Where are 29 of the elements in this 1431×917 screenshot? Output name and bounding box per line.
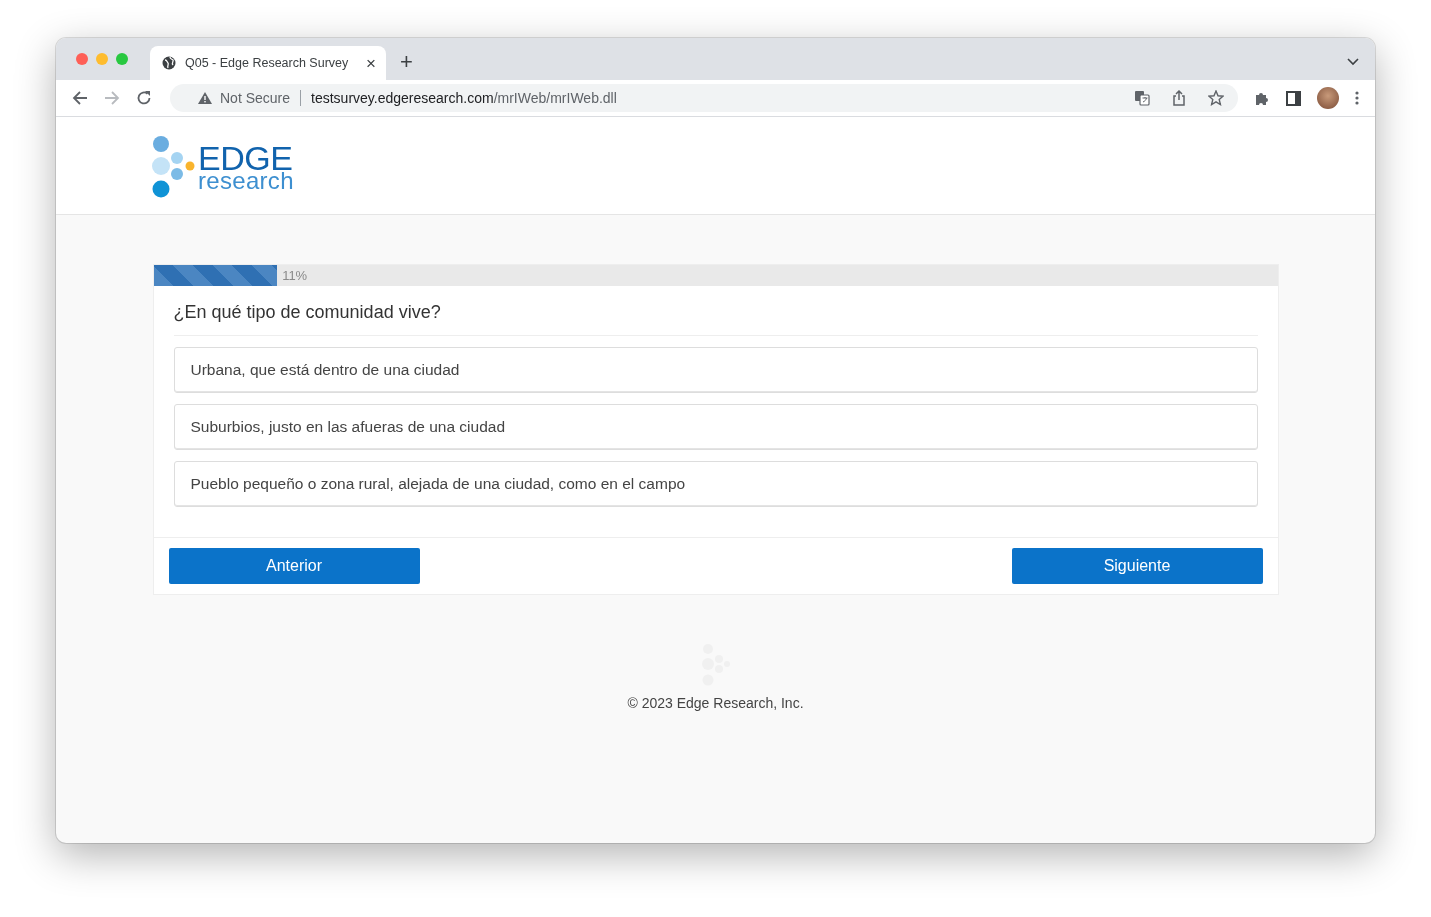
copyright-text: © 2023 Edge Research, Inc. — [627, 695, 804, 711]
next-button[interactable]: Siguiente — [1011, 548, 1263, 584]
new-tab-button[interactable]: + — [400, 51, 413, 73]
answer-option[interactable]: Suburbios, justo en las afueras de una ciudad — [173, 404, 1258, 450]
star-icon[interactable] — [1208, 90, 1224, 106]
puzzle-piece-icon[interactable] — [1254, 90, 1270, 106]
more-options-icon[interactable] — [1355, 91, 1359, 105]
tab-title: Q05 - Edge Research Survey — [185, 56, 350, 70]
chevron-down-icon[interactable] — [1347, 58, 1359, 66]
side-panel-icon[interactable] — [1286, 90, 1301, 106]
translate-icon[interactable] — [1134, 90, 1150, 106]
globe-icon — [162, 56, 176, 70]
url-path: /mrIWeb/mrIWeb.dll — [493, 90, 617, 106]
reload-icon[interactable] — [136, 90, 152, 106]
back-icon[interactable] — [72, 90, 88, 106]
security-label: Not Secure — [220, 90, 291, 106]
profile-avatar[interactable] — [1317, 87, 1339, 109]
url-host: testsurvey.edgeresearch.com — [311, 90, 494, 106]
browser-tab[interactable]: Q05 - Edge Research Survey × — [150, 46, 386, 80]
share-icon[interactable] — [1172, 90, 1186, 106]
close-tab-button[interactable]: × — [366, 54, 376, 72]
answer-option[interactable]: Pueblo pequeño o zona rural, alejada de una ciudad, como en el campo — [173, 461, 1258, 507]
previous-button[interactable]: Anterior — [168, 548, 420, 584]
warning-icon — [198, 92, 212, 104]
progress-percent: 11% — [282, 268, 308, 283]
answer-option[interactable]: Urbana, que está dentro de una ciudad — [173, 347, 1258, 393]
dots-logo-icon — [152, 134, 196, 199]
address-bar[interactable]: Not Secure testsurvey.edgeresearch.com/mrIWeb/mrIWeb.dll — [170, 84, 1238, 112]
question-text: ¿En qué tipo de comunidad vive? — [173, 302, 1258, 336]
